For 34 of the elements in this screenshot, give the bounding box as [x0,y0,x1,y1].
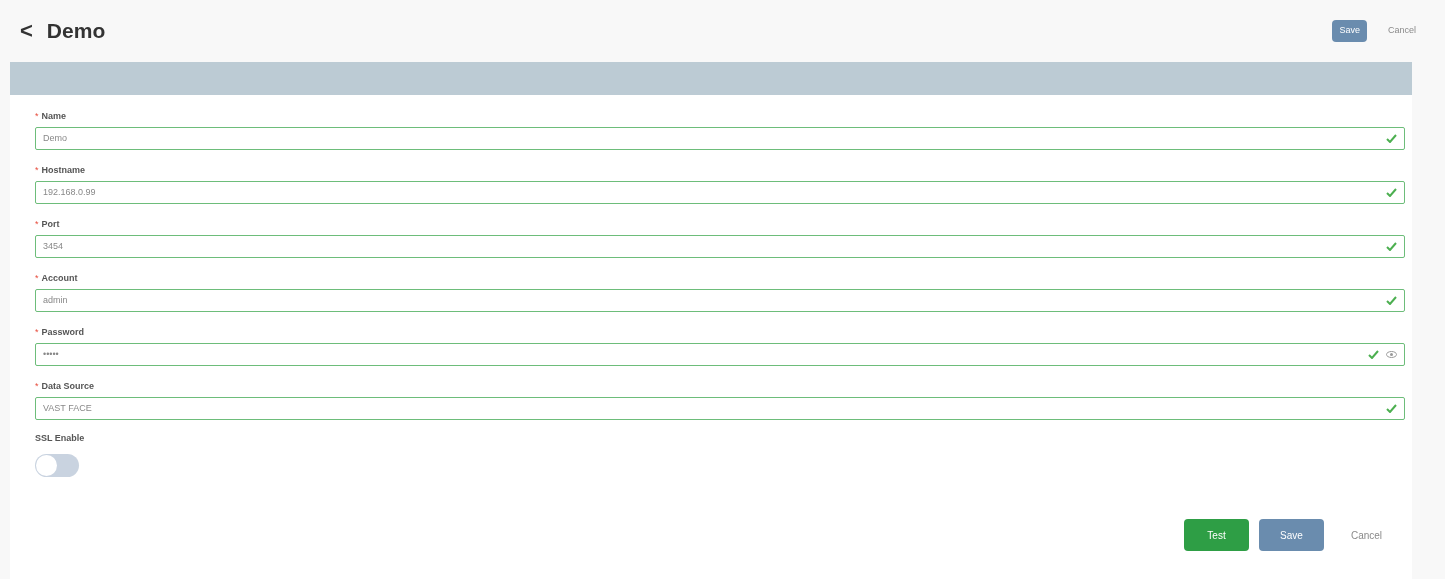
save-button[interactable]: Save [1332,20,1367,42]
cancel-link[interactable]: Cancel [1334,519,1399,551]
field-label: Name [41,110,67,124]
field-label: Password [41,326,85,340]
check-icon [1386,242,1397,251]
required-mark: * [35,218,39,232]
field-label: Data Source [41,380,95,394]
text-field[interactable]: admin [35,289,1405,312]
field-label: Port [41,218,60,232]
check-icon [1386,296,1397,305]
required-mark: * [35,110,39,124]
check-icon [1386,188,1397,197]
back-button[interactable]: < [20,20,33,42]
cancel-link[interactable]: Cancel [1381,20,1423,42]
test-button[interactable]: Test [1184,519,1249,551]
required-mark: * [35,272,39,286]
text-field[interactable]: 192.168.0.99 [35,181,1405,204]
eye-icon[interactable] [1386,351,1397,358]
check-icon [1368,350,1379,359]
field-label: Account [41,272,78,286]
field-label: Hostname [41,164,86,178]
save-button[interactable]: Save [1259,519,1324,551]
ssl-toggle[interactable] [35,454,79,477]
required-mark: * [35,326,39,340]
text-field[interactable]: 3454 [35,235,1405,258]
text-field[interactable]: VAST FACE [35,397,1405,420]
required-mark: * [35,380,39,394]
check-icon [1386,404,1397,413]
page-title: Demo [46,18,106,45]
ssl-label: SSL Enable [35,432,85,446]
text-field[interactable]: Demo [35,127,1405,150]
check-icon [1386,134,1397,143]
password-field[interactable]: ••••• [35,343,1405,366]
required-mark: * [35,164,39,178]
